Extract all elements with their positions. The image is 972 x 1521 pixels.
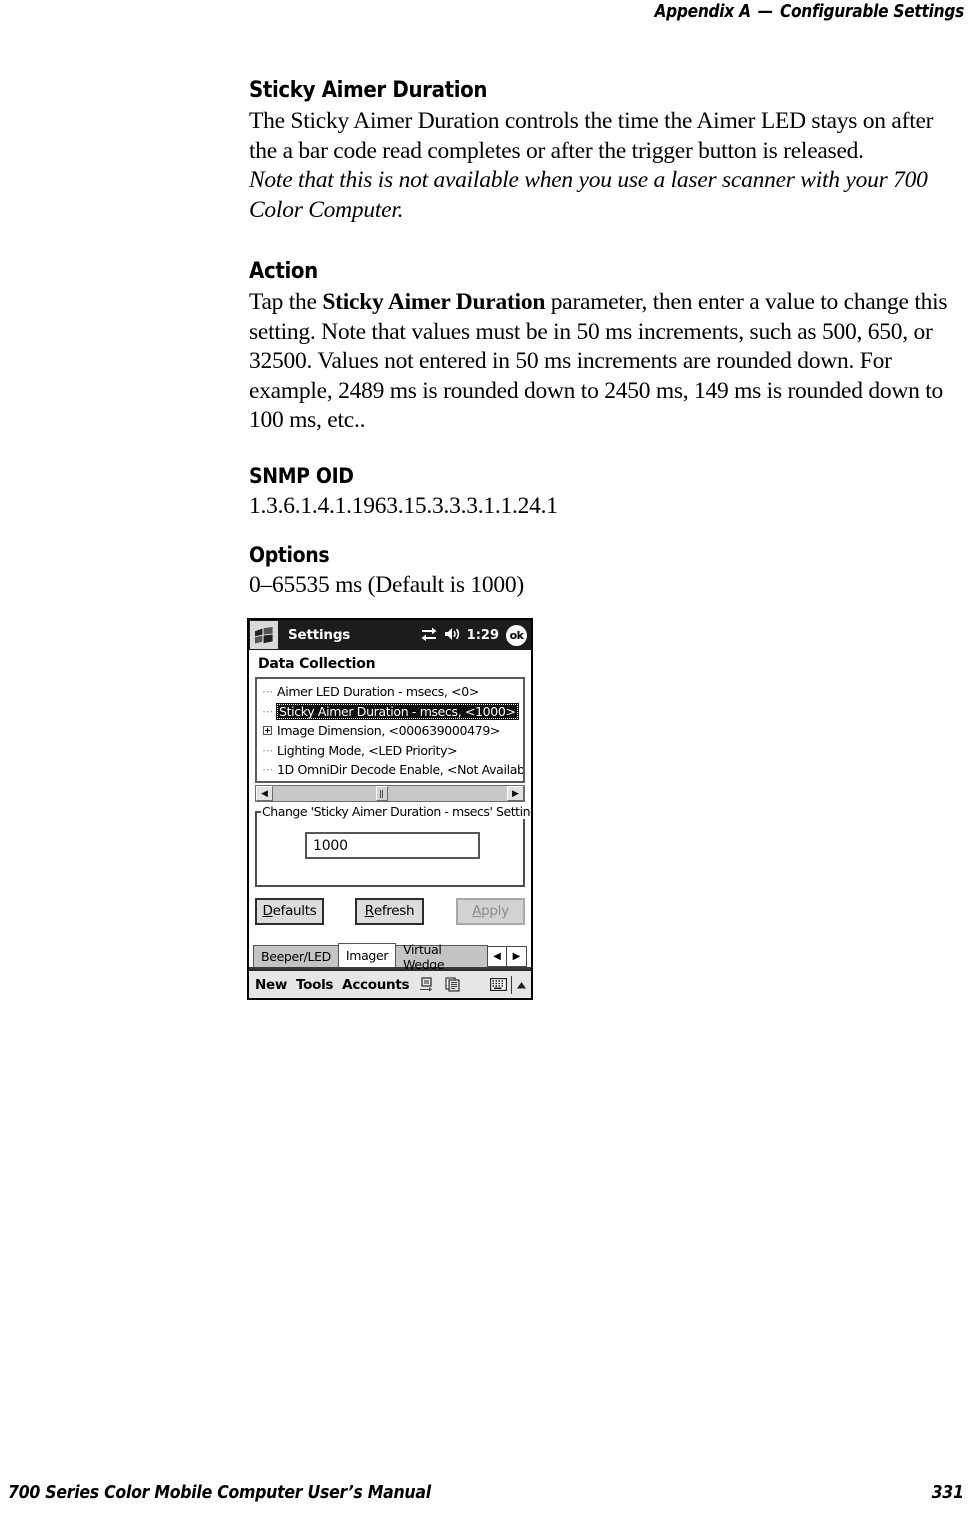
tree-guide-icon: ⋯ (262, 743, 273, 757)
scroll-left-icon[interactable]: ◀ (256, 786, 273, 801)
action-text-lead: Tap the (249, 289, 323, 315)
windows-flag-icon[interactable] (250, 621, 278, 649)
clipboard-list-icon[interactable] (444, 976, 461, 993)
tab-prev-icon[interactable]: ◀ (488, 947, 507, 966)
keyboard-icon[interactable] (490, 976, 507, 993)
tree-item-label: Lighting Mode, <LED Priority> (277, 742, 458, 758)
tree-item[interactable]: ⋯ Lighting Mode, <LED Priority> (257, 741, 523, 761)
pda-page-title: Data Collection (258, 656, 376, 672)
tree-item-label: Image Dimension, <000639000479> (277, 723, 501, 739)
action-parameter-name: Sticky Aimer Duration (322, 289, 546, 315)
sip-divider (511, 975, 512, 994)
pda-screenshot-figure: Settings 1:29 ok Data Collection ⋯ Aimer… (247, 618, 533, 1000)
page-footer: 700 Series Color Mobile Computer User’s … (8, 1483, 964, 1503)
tree-item[interactable]: ⋯ Aimer LED Duration - msecs, <0> (257, 682, 523, 702)
heading-sticky-aimer-duration: Sticky Aimer Duration (249, 78, 488, 103)
tab-next-icon[interactable]: ▶ (507, 947, 526, 966)
tree-guide-icon: ⋯ (262, 704, 273, 718)
tree-item-label: Aimer LED Duration - msecs, <0> (277, 684, 479, 700)
connectivity-arrows-icon[interactable] (421, 626, 437, 645)
groupbox-label: Change 'Sticky Aimer Duration - msecs' S… (261, 804, 531, 819)
sync-device-icon[interactable] (418, 976, 435, 993)
tree-item-selected[interactable]: ⋯ Sticky Aimer Duration - msecs, <1000> (257, 702, 523, 722)
tab-imager[interactable]: Imager (337, 943, 397, 967)
refresh-label-rest: efresh (373, 903, 415, 919)
apply-label-rest: pply (481, 903, 509, 919)
apply-button-disabled: Apply (456, 897, 525, 925)
sip-zone (490, 975, 527, 994)
speaker-icon[interactable] (444, 626, 460, 645)
page-header: Appendix A — Configurable Settings (116, 2, 964, 22)
tab-virtual-wedge[interactable]: Virtual Wedge (395, 942, 488, 972)
header-appendix: Appendix A (654, 2, 751, 22)
pda-clock: 1:29 (466, 627, 499, 643)
defaults-label-rest: efaults (272, 903, 317, 919)
options-value: 0–65535 ms (Default is 1000) (249, 572, 524, 598)
header-title: Configurable Settings (779, 2, 964, 22)
tree-item-label: Sticky Aimer Duration - msecs, <1000> (276, 702, 519, 720)
menu-item-accounts[interactable]: Accounts (342, 977, 409, 993)
footer-page-number: 331 (931, 1483, 964, 1503)
menu-item-tools[interactable]: Tools (296, 977, 333, 993)
pda-window-title: Settings (288, 627, 351, 643)
apply-mnemonic: A (472, 903, 482, 919)
paragraph-action: Tap the Sticky Aimer Duration parameter,… (249, 288, 949, 436)
tree-horizontal-scrollbar[interactable]: ◀ ▶ (255, 785, 525, 802)
tree-item-label: 1D OmniDir Decode Enable, <Not Available… (277, 762, 525, 778)
settings-tab-bar: Beeper/LED Imager Virtual Wedge ◀ ▶ (249, 942, 531, 972)
sip-chevron-up-icon[interactable] (516, 975, 527, 994)
heading-options: Options (249, 543, 330, 567)
tab-beeper-led[interactable]: Beeper/LED (253, 945, 339, 967)
settings-tree-list[interactable]: ⋯ Aimer LED Duration - msecs, <0> ⋯ Stic… (255, 677, 525, 783)
defaults-mnemonic: D (262, 903, 273, 919)
action-button-row: Defaults Refresh Apply (255, 897, 525, 925)
pda-menu-bar: New Tools Accounts (249, 969, 531, 998)
tree-guide-icon: ⋯ (262, 763, 273, 777)
scrollbar-thumb[interactable] (375, 786, 388, 801)
refresh-button[interactable]: Refresh (355, 897, 424, 925)
menu-item-new[interactable]: New (255, 977, 287, 993)
heading-action: Action (249, 259, 318, 284)
ok-button[interactable]: ok (506, 624, 527, 646)
snmp-oid-value: 1.3.6.1.4.1.1963.15.3.3.3.1.1.24.1 (249, 492, 558, 519)
change-setting-groupbox: Change 'Sticky Aimer Duration - msecs' S… (255, 804, 531, 887)
scrollbar-track[interactable] (273, 786, 507, 801)
header-separator: — (757, 2, 773, 22)
scroll-right-icon[interactable]: ▶ (507, 786, 524, 801)
pda-status-tray: 1:29 ok (421, 620, 527, 650)
tab-scroll-arrows: ◀ ▶ (487, 946, 527, 967)
defaults-button[interactable]: Defaults (255, 897, 324, 925)
heading-snmp-oid: SNMP OID (249, 463, 354, 488)
document-content: Sticky Aimer Duration The Sticky Aimer D… (249, 78, 949, 601)
setting-value-input[interactable]: 1000 (305, 832, 480, 859)
footer-manual-title: 700 Series Color Mobile Computer User’s … (8, 1483, 431, 1503)
paragraph-intro-note: Note that this is not available when you… (249, 167, 928, 223)
tree-item[interactable]: ⋯ 1D OmniDir Decode Enable, <Not Availab… (257, 760, 523, 780)
pda-title-bar: Settings 1:29 ok (249, 620, 531, 650)
expand-plus-icon[interactable] (259, 726, 276, 736)
tree-guide-icon: ⋯ (262, 685, 273, 699)
refresh-mnemonic: R (364, 903, 374, 919)
tree-item[interactable]: Image Dimension, <000639000479> (257, 721, 523, 741)
paragraph-intro: The Sticky Aimer Duration controls the t… (249, 108, 934, 164)
